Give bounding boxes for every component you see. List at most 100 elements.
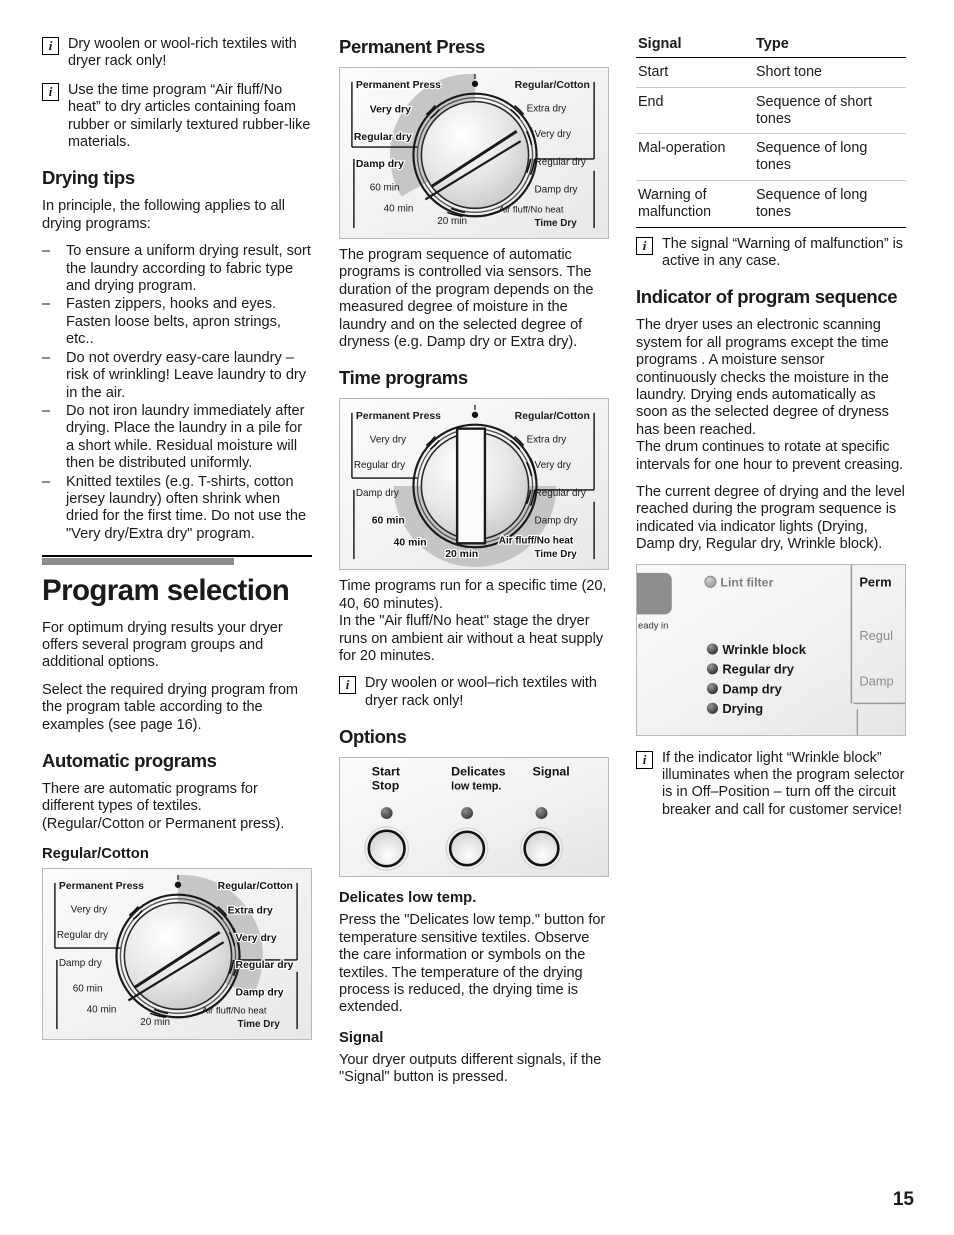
- list-item-text: Do not overdry easy-care laundry – risk …: [66, 349, 307, 401]
- cell-type: Short tone: [754, 57, 906, 88]
- cell-signal: Warning of malfunction: [636, 180, 754, 228]
- list-item: – Do not overdry easy-care laundry – ris…: [42, 350, 312, 402]
- svg-text:Regular dry: Regular dry: [535, 488, 586, 499]
- info-note-text: Use the time program “Air fluff/No heat”…: [68, 81, 311, 151]
- off-marker-dot: [471, 80, 479, 87]
- indicator-para-2: The current degree of drying and the lev…: [636, 484, 905, 553]
- svg-text:Extra dry: Extra dry: [527, 104, 567, 115]
- svg-text:20 min: 20 min: [437, 216, 467, 227]
- svg-text:Air fluff/No heat: Air fluff/No heat: [499, 536, 574, 547]
- cell-type: Sequence of long tones: [754, 133, 906, 181]
- svg-text:Regular dry: Regular dry: [236, 960, 294, 971]
- dial-diagram-svg: Permanent Press Very dry Regular dry Dam…: [43, 869, 311, 1040]
- dial-knob: [115, 893, 241, 1019]
- svg-text:60 min: 60 min: [370, 183, 400, 194]
- off-marker-dot: [471, 412, 479, 419]
- svg-text:Damp dry: Damp dry: [236, 988, 284, 999]
- svg-text:Permanent Press: Permanent Press: [356, 411, 441, 422]
- time-programs-para: Time programs run for a specific time (2…: [339, 578, 607, 665]
- info-note-text: The signal “Warning of malfunction” is a…: [662, 235, 904, 269]
- display-label: eady in: [638, 619, 668, 630]
- heading-delicates: Delicates low temp.: [339, 890, 477, 907]
- svg-text:Wrinkle block: Wrinkle block: [722, 642, 806, 657]
- automatic-programs-para: There are automatic programs for differe…: [42, 780, 285, 832]
- start-stop-button[interactable]: [364, 826, 409, 871]
- heading-time-programs: Time programs: [339, 367, 468, 389]
- svg-text:Perm: Perm: [859, 574, 891, 589]
- svg-text:Very dry: Very dry: [71, 905, 107, 916]
- left-column: i Dry woolen or wool-rich textiles with …: [42, 36, 312, 1041]
- svg-text:Time Dry: Time Dry: [238, 1019, 281, 1030]
- info-icon: i: [636, 236, 653, 255]
- list-item: – To ensure a uniform drying result, sor…: [42, 243, 312, 295]
- page-columns: i Dry woolen or wool-rich textiles with …: [42, 36, 914, 1087]
- delicates-low-temp-button[interactable]: [445, 827, 489, 870]
- svg-text:Very dry: Very dry: [370, 435, 406, 446]
- dial-diagram-svg: Permanent Press Very dry Regular dry Dam…: [340, 68, 608, 238]
- table-row: Warning of malfunction Sequence of long …: [636, 180, 906, 228]
- cell-type: Sequence of long tones: [754, 180, 906, 228]
- svg-text:20 min: 20 min: [140, 1017, 170, 1028]
- delicates-para: Press the "Delicates low temp." button f…: [339, 912, 606, 1016]
- dash-marker: –: [42, 402, 51, 419]
- heading-permanent-press: Permanent Press: [339, 36, 485, 57]
- heading-signal: Signal: [339, 1029, 384, 1046]
- program-selection-para-1: For optimum drying results your dryer of…: [42, 619, 283, 671]
- column-header-type: Type: [754, 36, 906, 58]
- cell-type: Sequence of short tones: [754, 87, 906, 135]
- page-number: 15: [892, 1189, 914, 1210]
- svg-text:Very dry: Very dry: [535, 461, 571, 472]
- svg-text:Air fluff/No heat: Air fluff/No heat: [202, 1005, 267, 1016]
- heading-indicator-of-program-sequence: Indicator of program sequence: [636, 286, 898, 308]
- svg-text:Permanent Press: Permanent Press: [59, 881, 144, 892]
- svg-text:Extra dry: Extra dry: [527, 435, 567, 446]
- dial-diagram-svg: Permanent Press Regular/Cotton Very dry …: [340, 399, 608, 570]
- signal-button[interactable]: [520, 827, 563, 870]
- info-icon: i: [339, 676, 356, 695]
- divider-line: [42, 555, 312, 557]
- svg-text:Regul: Regul: [859, 628, 893, 643]
- svg-text:Very dry: Very dry: [370, 104, 411, 115]
- cell-signal: Start: [636, 57, 754, 88]
- svg-text:Damp dry: Damp dry: [535, 516, 578, 527]
- info-note-text: Dry woolen or wool-rich textiles with dr…: [68, 36, 297, 70]
- heading-options: Options: [339, 726, 407, 748]
- section-divider: [42, 555, 312, 565]
- cell-signal: Mal-operation: [636, 133, 754, 181]
- drying-tips-list: – To ensure a uniform drying result, sor…: [42, 243, 312, 543]
- table-header-row: Signal Type: [636, 36, 906, 58]
- dial-figure-regular-cotton: Permanent Press Very dry Regular dry Dam…: [42, 868, 312, 1041]
- svg-text:Regular dry: Regular dry: [354, 132, 412, 143]
- svg-text:40 min: 40 min: [87, 1005, 117, 1016]
- svg-text:Regular dry: Regular dry: [354, 461, 405, 472]
- list-item: – Do not iron laundry immediately after …: [42, 403, 312, 473]
- info-note-signal-warning: i The signal “Warning of malfunction” is…: [636, 236, 906, 271]
- svg-text:Regular dry: Regular dry: [722, 661, 794, 676]
- column-header-signal: Signal: [636, 36, 754, 58]
- info-note-text: If the indicator light “Wrinkle block” i…: [662, 749, 905, 818]
- cell-signal: End: [636, 87, 754, 135]
- svg-text:Stop: Stop: [372, 779, 400, 793]
- options-panel-svg: StartStop Delicates low temp. Signal: [340, 758, 608, 877]
- svg-text:Regular/Cotton: Regular/Cotton: [515, 411, 590, 422]
- svg-text:Damp dry: Damp dry: [722, 681, 782, 696]
- dash-marker: –: [42, 473, 51, 490]
- control-panel-photo: eady in Lint filter Wrinkle block Regula…: [636, 563, 906, 736]
- dash-marker: –: [42, 296, 51, 313]
- svg-text:Damp: Damp: [859, 673, 893, 688]
- heading-regular-cotton: Regular/Cotton: [42, 846, 149, 863]
- dial-figure-time-programs: Permanent Press Regular/Cotton Very dry …: [339, 398, 609, 571]
- program-selection-para-2: Select the required drying program from …: [42, 681, 298, 733]
- list-item: – Knitted textiles (e.g. T-shirts, cotto…: [42, 474, 312, 544]
- off-marker-dot: [174, 881, 182, 889]
- svg-text:Extra dry: Extra dry: [228, 906, 273, 917]
- svg-text:Regular/Cotton: Regular/Cotton: [218, 881, 293, 892]
- info-icon: i: [42, 82, 59, 101]
- divider-bar: [42, 558, 234, 565]
- page-title: Program selection: [42, 573, 290, 607]
- svg-text:Regular/Cotton: Regular/Cotton: [515, 80, 590, 91]
- svg-text:Start: Start: [372, 765, 400, 779]
- dash-marker: –: [42, 349, 51, 366]
- table-row: Mal-operation Sequence of long tones: [636, 133, 906, 181]
- svg-text:Damp dry: Damp dry: [356, 488, 399, 499]
